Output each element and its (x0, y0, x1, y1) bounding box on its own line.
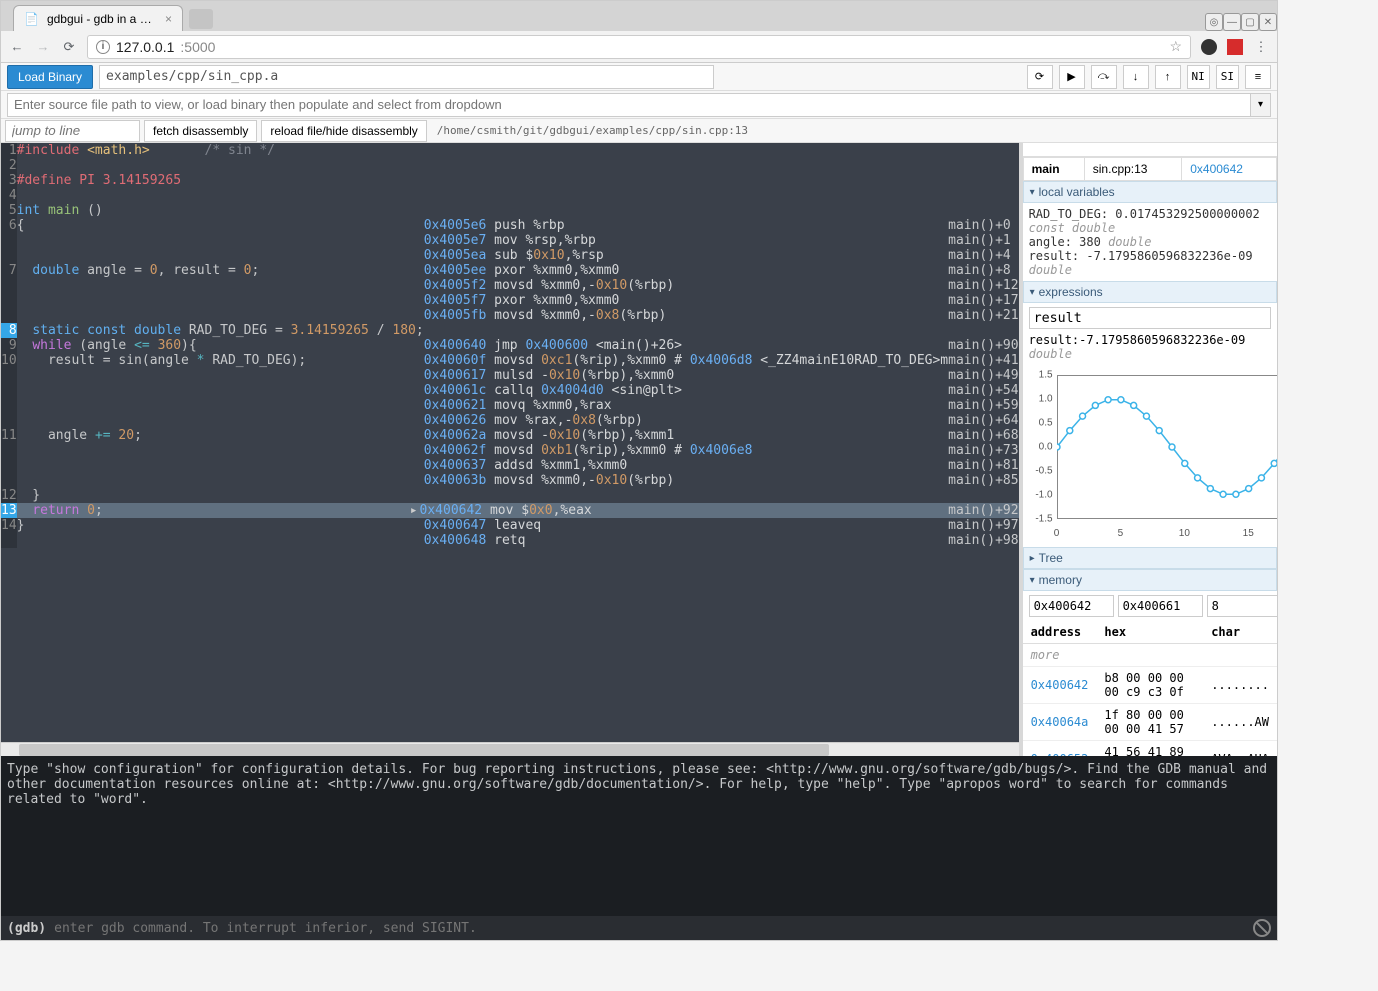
close-tab-icon[interactable]: × (165, 12, 172, 26)
gdb-prompt: (gdb) (7, 921, 46, 936)
tab-strip: 📄 gdbgui - gdb in a bro × ◎ — ▢ ✕ (1, 1, 1277, 31)
step-instruction-button[interactable]: SI (1216, 65, 1239, 89)
minimize-button[interactable]: — (1223, 13, 1241, 31)
reload-file-button[interactable]: reload file/hide disassembly (261, 120, 426, 142)
url-host: 127.0.0.1 (116, 39, 174, 55)
user-icon[interactable]: ◎ (1205, 13, 1223, 31)
locals-content: RAD_TO_DEG: 0.017453292500000002 const d… (1023, 203, 1277, 281)
memory-col-hex: hex (1096, 621, 1203, 644)
browser-tab[interactable]: 📄 gdbgui - gdb in a bro × (13, 5, 183, 31)
extension-icon[interactable] (1227, 39, 1243, 55)
restart-button[interactable]: ⟳ (1027, 65, 1053, 89)
chevron-down-icon: ▾ (1030, 187, 1035, 198)
memory-start-input[interactable] (1029, 595, 1114, 617)
source-bar: ▾ (1, 91, 1277, 119)
source-path-input[interactable] (7, 93, 1251, 117)
step-out-button[interactable]: ↑ (1155, 65, 1181, 89)
current-file-path: /home/csmith/git/gdbgui/examples/cpp/sin… (431, 124, 754, 137)
expression-chart: -1.5-1.0-0.50.00.51.01.5 051015 (1023, 369, 1277, 539)
maximize-button[interactable]: ▢ (1241, 13, 1259, 31)
horizontal-scrollbar[interactable] (1, 742, 1019, 756)
scrollbar-thumb[interactable] (19, 744, 829, 756)
memory-col-char: char (1203, 621, 1277, 644)
frame-address[interactable]: 0x400642 (1190, 162, 1243, 176)
site-info-icon[interactable]: i (96, 40, 110, 54)
code-panel[interactable]: 1#include <math.h> /* sin */23#define PI… (1, 143, 1019, 742)
right-panel: main sin.cpp:13 0x400642 ▾local variable… (1019, 143, 1277, 756)
forward-icon[interactable]: → (35, 39, 51, 55)
memory-col-address: address (1023, 621, 1097, 644)
frame-location: sin.cpp:13 (1084, 158, 1181, 181)
memory-header[interactable]: ▾memory (1023, 569, 1277, 591)
console-output[interactable]: Type "show configuration" for configurat… (1, 756, 1277, 916)
memory-end-input[interactable] (1118, 595, 1203, 617)
extension-icon[interactable] (1201, 39, 1217, 55)
memory-bytes-input[interactable] (1207, 595, 1277, 617)
continue-button[interactable]: ▶ (1059, 65, 1085, 89)
tab-title: gdbgui - gdb in a bro (47, 12, 157, 26)
step-over-button[interactable]: ⤼ (1091, 65, 1117, 89)
back-icon[interactable]: ← (9, 39, 25, 55)
locals-header[interactable]: ▾local variables (1023, 181, 1277, 203)
fetch-disassembly-button[interactable]: fetch disassembly (144, 120, 257, 142)
jump-line-input[interactable] (5, 120, 140, 142)
clear-console-icon[interactable] (1249, 915, 1274, 940)
source-dropdown-toggle[interactable]: ▾ (1251, 93, 1271, 117)
chevron-down-icon: ▾ (1030, 575, 1035, 586)
url-input[interactable]: i 127.0.0.1 :5000 ☆ (87, 35, 1191, 59)
close-window-button[interactable]: ✕ (1259, 13, 1277, 31)
gdb-command-input[interactable] (54, 921, 1253, 936)
reload-icon[interactable]: ⟳ (61, 39, 77, 55)
new-tab-button[interactable] (189, 9, 213, 29)
menu-icon[interactable]: ⋮ (1253, 39, 1269, 55)
step-in-button[interactable]: ↓ (1123, 65, 1149, 89)
chevron-right-icon: ▸ (1030, 553, 1035, 564)
next-instruction-button[interactable]: NI (1187, 65, 1210, 89)
line-toolbar: fetch disassembly reload file/hide disas… (1, 119, 1277, 143)
bookmark-icon[interactable]: ☆ (1169, 38, 1182, 55)
binary-path-input[interactable] (99, 65, 714, 89)
memory-table: address hex char more0x400642b8 00 00 00… (1023, 621, 1277, 756)
stack-frame-row[interactable]: main sin.cpp:13 0x400642 (1023, 157, 1277, 181)
url-port: :5000 (180, 39, 215, 55)
gdb-command-bar: (gdb) (1, 916, 1277, 940)
tree-header[interactable]: ▸Tree (1023, 547, 1277, 569)
expressions-header[interactable]: ▾expressions (1023, 281, 1277, 303)
settings-button[interactable]: ≡ (1245, 65, 1271, 89)
address-bar: ← → ⟳ i 127.0.0.1 :5000 ☆ ⋮ (1, 31, 1277, 63)
frame-function: main (1023, 158, 1084, 181)
app-toolbar: Load Binary ⟳ ▶ ⤼ ↓ ↑ NI SI ≡ (1, 63, 1277, 91)
load-binary-button[interactable]: Load Binary (7, 65, 93, 89)
expression-input[interactable] (1029, 307, 1271, 329)
chevron-down-icon: ▾ (1030, 287, 1035, 298)
page-favicon: 📄 (24, 12, 39, 26)
